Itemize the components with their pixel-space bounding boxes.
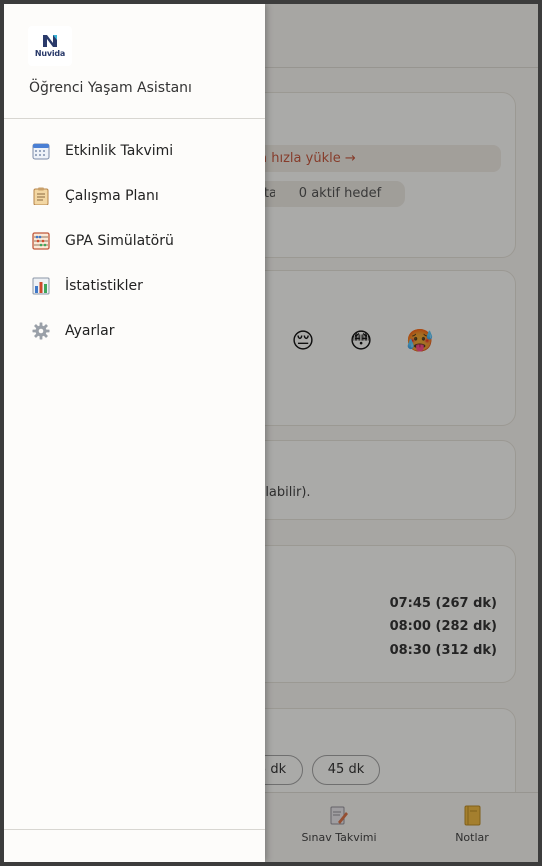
gear-icon [31,321,51,341]
app-name: Öğrenci Yaşam Asistanı [29,80,192,96]
app-logo: Nuvida [28,26,72,66]
menu-label: Çalışma Planı [65,187,159,204]
clipboard-icon [31,186,51,206]
menu-item-settings[interactable]: Ayarlar [4,308,265,353]
navigation-drawer: Nuvida Öğrenci Yaşam Asistanı Etkinlik T… [4,4,265,862]
nuvida-logo-icon [43,35,57,47]
bar-chart-icon [31,276,51,296]
menu-label: İstatistikler [65,277,143,294]
logo-text: Nuvida [34,49,66,58]
menu-item-study-plan[interactable]: Çalışma Planı [4,173,265,218]
menu-item-statistics[interactable]: İstatistikler [4,263,265,308]
abacus-icon [31,231,51,251]
menu-label: Ayarlar [65,322,115,339]
drawer-menu: Etkinlik Takvimi Çalışma Planı GPA Simül… [4,128,265,353]
calendar-icon [31,141,51,161]
menu-item-event-calendar[interactable]: Etkinlik Takvimi [4,128,265,173]
app-window: afla hızla yükle → fta 0 aktif hedef 😔 😳… [0,0,542,866]
menu-label: Etkinlik Takvimi [65,142,174,159]
drawer-bottom-divider [4,829,265,830]
menu-label: GPA Simülatörü [65,232,174,249]
menu-item-gpa-simulator[interactable]: GPA Simülatörü [4,218,265,263]
divider [4,118,265,119]
